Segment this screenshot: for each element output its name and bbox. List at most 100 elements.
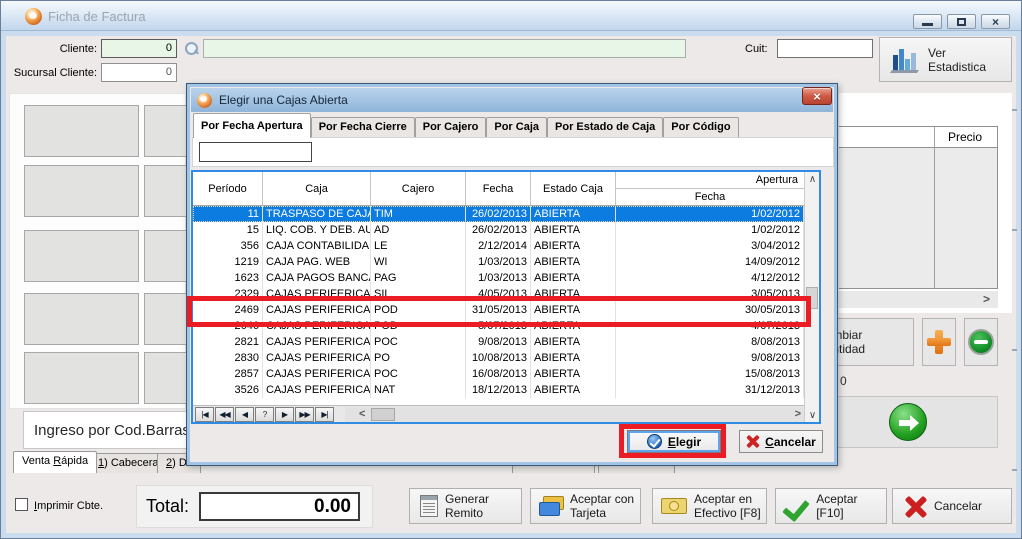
cell-caja[interactable]: CAJAS PERIFERICAS xyxy=(263,366,371,382)
cell-cajero[interactable]: LE xyxy=(371,238,466,254)
quick-item-button[interactable] xyxy=(24,293,139,345)
cell-cajero[interactable]: TIM xyxy=(371,206,466,222)
elegir-button[interactable]: Elegir xyxy=(627,430,721,453)
table-row[interactable]: 2821CAJAS PERIFERICASPOC9/08/2013ABIERTA… xyxy=(193,334,804,350)
tab-por-codigo[interactable]: Por Código xyxy=(663,117,738,138)
cell-estado[interactable]: ABIERTA xyxy=(531,286,616,302)
cell-apertura[interactable]: 15/08/2013 xyxy=(616,366,804,382)
cancelar-button[interactable]: Cancelar xyxy=(892,488,1012,524)
cell-apertura[interactable]: 9/08/2013 xyxy=(616,350,804,366)
cell-cajero[interactable]: POD xyxy=(371,302,466,318)
quick-item-button[interactable] xyxy=(24,165,139,217)
table-row[interactable]: 2646CAJAS PERIFERICASPOD5/07/2013ABIERTA… xyxy=(193,318,804,334)
header-cajero[interactable]: Cajero xyxy=(371,172,466,205)
table-row[interactable]: 1623CAJA PAGOS BANCARIOSPAG1/03/2013ABIE… xyxy=(193,270,804,286)
aceptar-efectivo-button[interactable]: Aceptar enEfectivo [F8] xyxy=(652,488,767,524)
cell-apertura[interactable]: 30/05/2013 xyxy=(616,302,804,318)
tab-cabecera[interactable]: 1) Cabecera xyxy=(89,453,168,473)
dialog-cancelar-button[interactable]: Cancelar xyxy=(739,430,823,453)
filter-input[interactable] xyxy=(199,142,312,162)
close-button[interactable]: × xyxy=(981,14,1010,29)
cell-apertura[interactable]: 4/12/2012 xyxy=(616,270,804,286)
scroll-down-icon[interactable]: ∨ xyxy=(805,410,820,421)
cell-apertura[interactable]: 31/12/2013 xyxy=(616,382,804,398)
search-record-button[interactable]: ? xyxy=(255,407,274,422)
table-row[interactable]: 15LIQ. COB. Y DEB. AUTOAD26/02/2013ABIER… xyxy=(193,222,804,238)
cell-estado[interactable]: ABIERTA xyxy=(531,206,616,222)
scroll-left-icon[interactable]: < xyxy=(359,408,365,420)
cell-caja[interactable]: CAJA PAG. WEB xyxy=(263,254,371,270)
cell-cajero[interactable]: PO xyxy=(371,350,466,366)
cell-caja[interactable]: CAJA PAGOS BANCARIOS xyxy=(263,270,371,286)
cell-estado[interactable]: ABIERTA xyxy=(531,366,616,382)
header-fecha[interactable]: Fecha xyxy=(466,172,531,205)
cell-cajero[interactable]: SIL xyxy=(371,286,466,302)
cell-periodo[interactable]: 3526 xyxy=(193,382,263,398)
cell-periodo[interactable]: 1623 xyxy=(193,270,263,286)
cell-fecha[interactable]: 31/05/2013 xyxy=(466,302,531,318)
dialog-close-button[interactable]: × xyxy=(802,87,832,105)
cell-caja[interactable]: CAJAS PERIFERICAS xyxy=(263,286,371,302)
cell-fecha[interactable]: 16/08/2013 xyxy=(466,366,531,382)
last-record-button[interactable]: ▶| xyxy=(315,407,334,422)
cell-apertura[interactable]: 8/08/2013 xyxy=(616,334,804,350)
table-row[interactable]: 2857CAJAS PERIFERICASPOC16/08/2013ABIERT… xyxy=(193,366,804,382)
cell-apertura[interactable]: 4/07/2013 xyxy=(616,318,804,334)
detail-grid-hscrollbar[interactable]: > xyxy=(839,291,998,308)
table-row[interactable]: 1219CAJA PAG. WEBWI1/03/2013ABIERTA14/09… xyxy=(193,254,804,270)
tab-por-fecha-cierre[interactable]: Por Fecha Cierre xyxy=(311,117,415,138)
total-field[interactable]: 0.00 xyxy=(199,492,360,521)
table-row[interactable]: 356CAJA CONTABILIDADLE2/12/2014ABIERTA3/… xyxy=(193,238,804,254)
cell-cajero[interactable]: POD xyxy=(371,318,466,334)
cell-caja[interactable]: CAJAS PERIFERICAS xyxy=(263,350,371,366)
tab-por-estado-de-caja[interactable]: Por Estado de Caja xyxy=(547,117,663,138)
cell-apertura[interactable]: 1/02/2012 xyxy=(616,222,804,238)
remove-item-button[interactable] xyxy=(964,318,998,366)
scroll-right-icon[interactable]: > xyxy=(983,292,990,306)
cell-estado[interactable]: ABIERTA xyxy=(531,238,616,254)
cell-estado[interactable]: ABIERTA xyxy=(531,382,616,398)
aceptar-tarjeta-button[interactable]: Aceptar conTarjeta xyxy=(530,488,641,524)
tab-venta-rapida[interactable]: Venta Rápida xyxy=(13,451,97,473)
cell-estado[interactable]: ABIERTA xyxy=(531,334,616,350)
minimize-button[interactable] xyxy=(913,14,942,29)
cell-periodo[interactable]: 2646 xyxy=(193,318,263,334)
cell-fecha[interactable]: 10/08/2013 xyxy=(466,350,531,366)
prior-record-button[interactable]: ◀ xyxy=(235,407,254,422)
tab-por-caja[interactable]: Por Caja xyxy=(486,117,547,138)
tab-por-cajero[interactable]: Por Cajero xyxy=(415,117,487,138)
cell-estado[interactable]: ABIERTA xyxy=(531,350,616,366)
quick-item-button[interactable] xyxy=(24,352,139,404)
table-row[interactable]: 2469CAJAS PERIFERICASPOD31/05/2013ABIERT… xyxy=(193,302,804,318)
generar-remito-button[interactable]: GenerarRemito xyxy=(409,488,522,524)
continue-button[interactable] xyxy=(816,396,998,448)
header-caja[interactable]: Caja xyxy=(263,172,371,205)
next-page-button[interactable]: ▶▶ xyxy=(295,407,314,422)
cell-periodo[interactable]: 2821 xyxy=(193,334,263,350)
quick-item-button[interactable] xyxy=(24,105,139,157)
cell-caja[interactable]: CAJA CONTABILIDAD xyxy=(263,238,371,254)
cell-periodo[interactable]: 2469 xyxy=(193,302,263,318)
add-item-button[interactable] xyxy=(922,318,956,366)
cell-caja[interactable]: CAJAS PERIFERICAS xyxy=(263,302,371,318)
imprimir-checkbox[interactable] xyxy=(15,498,28,511)
cuit-field[interactable] xyxy=(777,39,873,58)
cell-cajero[interactable]: PAG xyxy=(371,270,466,286)
cell-fecha[interactable]: 26/02/2013 xyxy=(466,222,531,238)
header-apertura[interactable]: Apertura Fecha xyxy=(616,172,804,205)
search-icon[interactable] xyxy=(184,41,199,56)
scroll-right-icon[interactable]: > xyxy=(795,408,801,420)
cell-estado[interactable]: ABIERTA xyxy=(531,254,616,270)
cell-apertura[interactable]: 1/02/2012 xyxy=(616,206,804,222)
quick-item-button[interactable] xyxy=(24,230,139,282)
grid-vscrollbar[interactable]: ∧ ∨ xyxy=(804,172,819,422)
cell-apertura[interactable]: 14/09/2012 xyxy=(616,254,804,270)
cell-fecha[interactable]: 1/03/2013 xyxy=(466,270,531,286)
aceptar-button[interactable]: Aceptar [F10] xyxy=(775,488,887,524)
header-estado-caja[interactable]: Estado Caja xyxy=(531,172,616,205)
scroll-up-icon[interactable]: ∧ xyxy=(805,174,820,185)
next-record-button[interactable]: ▶ xyxy=(275,407,294,422)
cell-apertura[interactable]: 3/04/2012 xyxy=(616,238,804,254)
cell-estado[interactable]: ABIERTA xyxy=(531,302,616,318)
cell-fecha[interactable]: 26/02/2013 xyxy=(466,206,531,222)
